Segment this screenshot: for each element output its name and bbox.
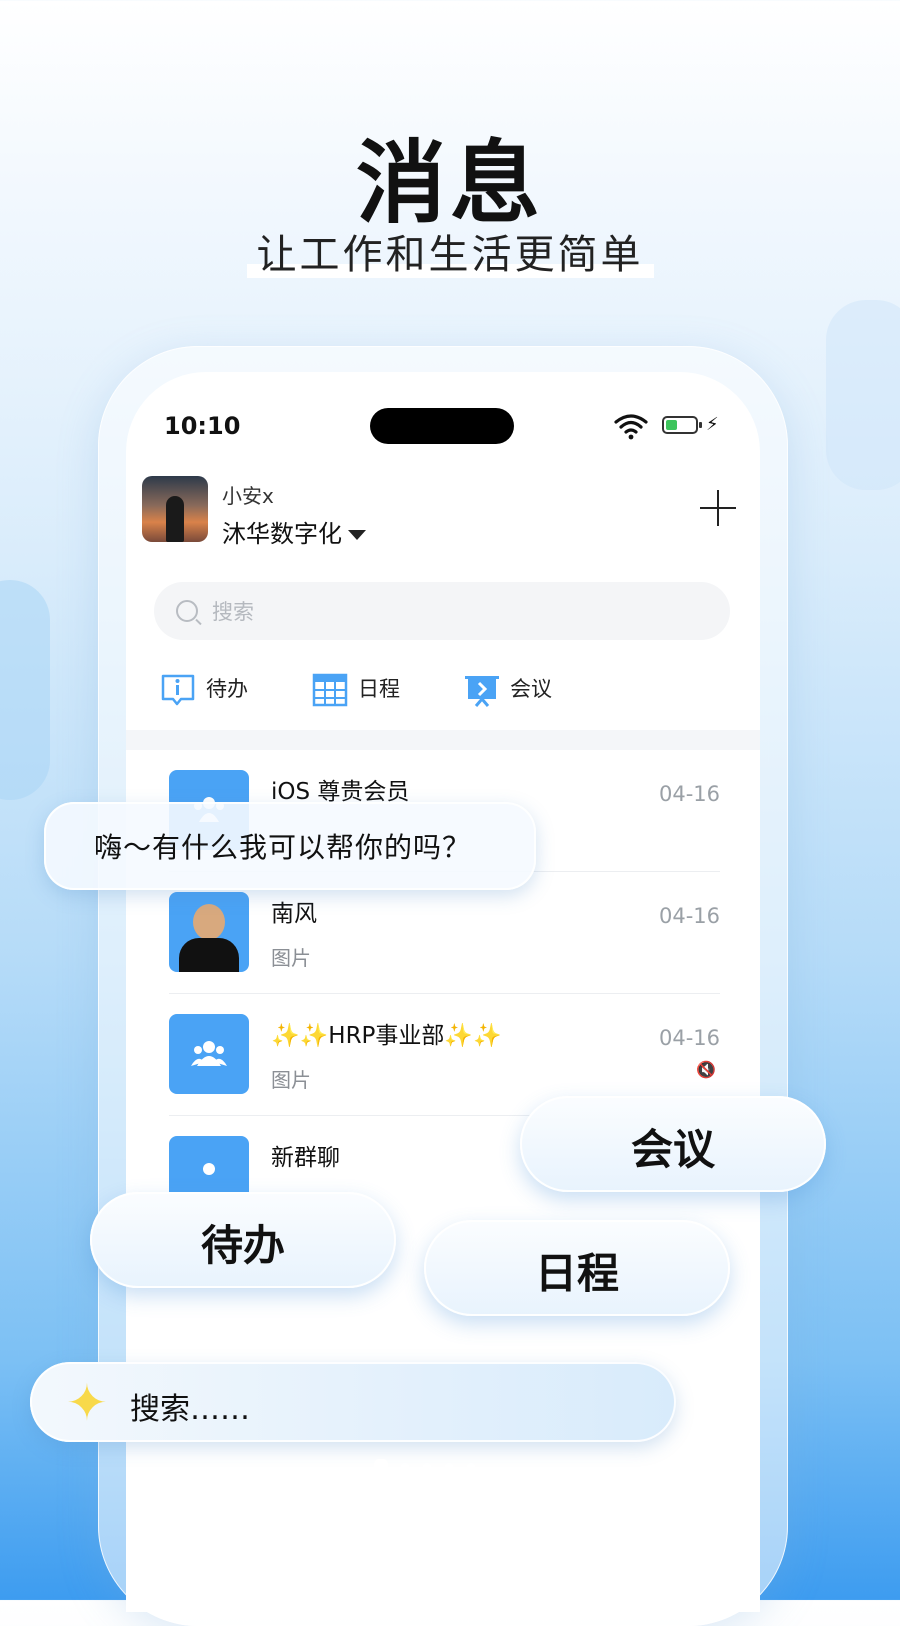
- search-input[interactable]: 搜索: [154, 582, 730, 640]
- dynamic-island: [370, 408, 514, 444]
- chat-name: iOS 尊贵会员: [271, 779, 410, 805]
- battery-icon: [662, 416, 702, 434]
- ai-search-bar: ✦ 搜索……: [30, 1362, 676, 1442]
- user-name: 小安x: [222, 484, 274, 508]
- meeting-icon: [465, 676, 499, 707]
- add-button[interactable]: [700, 490, 736, 526]
- ai-search-text: 搜索……: [130, 1392, 250, 1427]
- caret-down-icon: [348, 530, 366, 540]
- chat-time: 04-16: [659, 904, 721, 928]
- quick-action-label: 待办: [206, 677, 248, 701]
- quick-action-label: 会议: [510, 677, 552, 701]
- group-avatar: [169, 1014, 249, 1094]
- quick-action-label: 日程: [358, 677, 400, 701]
- calendar-icon: [312, 673, 348, 707]
- hero-subtitle: 让工作和生活更简单: [0, 222, 900, 280]
- chat-name: ✨✨HRP事业部✨✨: [271, 1023, 502, 1049]
- assistant-greeting-bubble: 嗨～有什么我可以帮你的吗？: [44, 802, 536, 890]
- quick-action-calendar[interactable]: 日程: [312, 672, 400, 708]
- sparkle-icon: ✦: [66, 1374, 108, 1432]
- status-time: 10:10: [164, 412, 241, 440]
- chat-preview: 图片: [271, 946, 311, 970]
- search-placeholder: 搜索: [212, 600, 254, 624]
- group-icon: [191, 1041, 227, 1066]
- charging-icon: ⚡: [706, 414, 719, 435]
- chat-time: 04-16: [659, 782, 721, 806]
- mute-icon: 🔇: [696, 1060, 716, 1079]
- hero-title: 消息: [356, 131, 544, 236]
- feature-pill-schedule: 日程: [424, 1220, 730, 1316]
- person-photo: [169, 892, 249, 972]
- group-icon: [203, 1163, 215, 1175]
- chat-time: 04-16: [659, 1026, 721, 1050]
- chat-name: 新群聊: [271, 1145, 340, 1171]
- decor-puzzle-left: [0, 580, 50, 800]
- chat-row[interactable]: 南风 图片 04-16: [126, 872, 760, 994]
- search-icon: [176, 600, 198, 622]
- section-divider: [126, 730, 760, 750]
- avatar[interactable]: [142, 476, 208, 542]
- page-indicator: [374, 1458, 488, 1477]
- feature-pill-meeting: 会议: [520, 1096, 826, 1192]
- quick-action-todo[interactable]: 待办: [160, 672, 248, 708]
- chat-name: 南风: [271, 901, 317, 927]
- feature-pill-todo: 待办: [90, 1192, 396, 1288]
- org-switcher[interactable]: 沐华数字化: [222, 514, 366, 549]
- wifi-icon: [614, 414, 648, 440]
- quick-action-meeting[interactable]: 会议: [464, 672, 552, 708]
- chat-preview: 图片: [271, 1068, 311, 1092]
- todo-icon: [161, 674, 195, 706]
- decor-puzzle-right: [826, 300, 900, 490]
